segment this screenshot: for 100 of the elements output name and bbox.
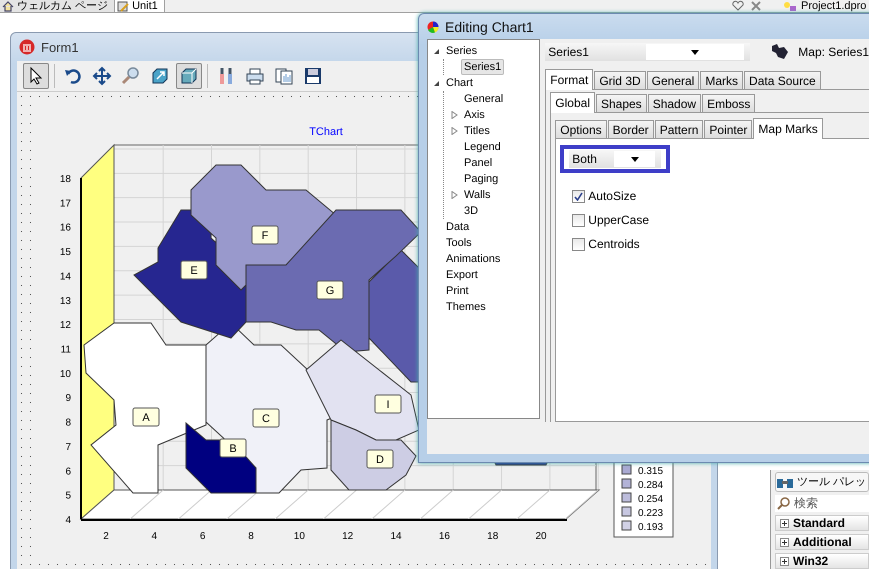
y-axis-label: 13 [60, 296, 71, 307]
collapsed-icon[interactable] [451, 111, 458, 119]
tree-item[interactable]: Print [443, 283, 472, 299]
close-icon[interactable] [749, 0, 763, 11]
dropdown-arrow-icon[interactable] [630, 156, 639, 162]
region-label: F [252, 226, 278, 244]
checkmark-icon [574, 192, 584, 200]
tree-item[interactable]: Data [443, 219, 472, 235]
tab[interactable]: Options [555, 120, 607, 138]
tab[interactable]: Shapes [596, 94, 647, 112]
legend-value: 0.223 [638, 508, 664, 519]
tree-item[interactable]: Panel [461, 155, 496, 171]
region-label: B [220, 438, 246, 458]
tab[interactable]: Pointer [704, 120, 752, 138]
y-axis-label: 18 [60, 174, 71, 185]
tab[interactable]: Marks [700, 71, 744, 89]
x-axis-label: 2 [103, 531, 109, 542]
search-field[interactable]: 検索 [775, 494, 869, 512]
collapsed-icon[interactable] [451, 127, 458, 135]
tab[interactable]: Data Source [744, 71, 821, 89]
marks-dropdown[interactable]: Both [569, 150, 662, 168]
printer-icon [245, 66, 265, 86]
x-axis-label: 4 [152, 531, 158, 542]
tab[interactable]: Shadow [648, 94, 702, 112]
cube-button[interactable] [176, 63, 202, 89]
x-axis-label: 14 [390, 531, 402, 542]
region-label: E [180, 260, 208, 280]
tab[interactable]: Emboss [702, 94, 756, 112]
y-axis-label: 11 [60, 344, 71, 356]
cube-icon [179, 66, 199, 86]
tab[interactable]: General [646, 71, 700, 89]
tree-item[interactable]: Series1 [461, 59, 504, 75]
collapsed-icon[interactable] [451, 191, 458, 199]
expanded-icon[interactable] [433, 80, 440, 86]
x-axis-label: 12 [342, 531, 354, 542]
tree-item[interactable]: Walls [461, 187, 494, 203]
unit-file-icon [117, 0, 130, 12]
tree-item[interactable]: Tools [443, 235, 475, 251]
x-axis-label: 16 [438, 531, 450, 542]
expanded-icon[interactable] [433, 48, 440, 54]
region-label: I [374, 394, 402, 414]
palette-category[interactable]: Additional [775, 534, 869, 550]
depth-icon [150, 66, 170, 86]
x-axis-label: 20 [536, 531, 547, 542]
x-axis-label: 10 [294, 531, 305, 542]
project-icon [783, 0, 797, 12]
tab[interactable]: Pattern [654, 120, 704, 138]
y-axis-label: 12 [60, 320, 71, 332]
checkbox[interactable]: UpperCase [572, 211, 869, 229]
series-dropdown[interactable]: Series1 [545, 43, 750, 61]
tree-item[interactable]: Paging [461, 171, 502, 187]
move-icon [92, 66, 112, 86]
tab[interactable]: Map Marks [753, 118, 823, 139]
tree-item[interactable]: Axis [461, 107, 488, 123]
editor-tab[interactable]: ウェルカム ページ [0, 0, 116, 12]
tab[interactable]: Global [550, 92, 595, 113]
y-axis-label: 7 [65, 442, 71, 453]
tree-item[interactable]: Export [443, 267, 481, 283]
y-axis-label: 9 [65, 393, 71, 404]
checkbox[interactable]: Centroids [572, 235, 869, 253]
series-caption: Map: Series1 [798, 45, 869, 59]
tree-item[interactable]: Animations [443, 251, 504, 267]
legend-value: 0.284 [638, 480, 664, 491]
tree-item[interactable]: Chart [443, 75, 476, 91]
palette-category[interactable]: Win32 [775, 553, 869, 569]
expand-icon[interactable] [780, 556, 789, 566]
y-axis-label: 16 [60, 222, 71, 234]
region-label: A [132, 408, 160, 426]
checkbox[interactable]: AutoSize [572, 187, 869, 205]
zoom-icon [121, 66, 141, 86]
tree-item[interactable]: Titles [461, 123, 493, 139]
x-axis-label: 6 [200, 531, 206, 542]
expand-icon[interactable] [780, 538, 789, 546]
x-axis-label: 8 [248, 531, 254, 542]
tab[interactable]: Format [545, 69, 594, 90]
palette-header: ツール パレッ [775, 472, 869, 492]
expand-icon[interactable] [780, 518, 789, 528]
y-axis-label: 6 [65, 466, 71, 478]
y-axis-label: 4 [65, 515, 71, 526]
tree-item[interactable]: 3D [461, 203, 482, 219]
tab[interactable]: Grid 3D [594, 71, 646, 89]
project-tab[interactable]: Project1.dpro [801, 0, 866, 12]
tab[interactable]: Border [608, 120, 654, 138]
tree-item[interactable]: General [461, 91, 506, 107]
home-icon [2, 0, 14, 12]
palette-category[interactable]: Standard [775, 515, 869, 531]
region-label: G [316, 280, 344, 300]
tree-item[interactable]: Legend [461, 139, 504, 155]
editor-tab[interactable]: Unit1 [115, 0, 165, 12]
pointer-button[interactable] [23, 63, 49, 89]
y-axis-label: 17 [60, 198, 71, 210]
y-axis-label: 14 [60, 271, 71, 282]
y-axis-label: 10 [60, 368, 71, 380]
y-axis-label: 15 [60, 247, 71, 258]
tree-item[interactable]: Themes [443, 299, 489, 315]
map-icon [770, 43, 790, 61]
heart-icon[interactable] [731, 0, 745, 11]
tree-item[interactable]: Series [443, 43, 480, 59]
documents-icon [274, 66, 294, 86]
dropdown-arrow-icon[interactable] [691, 50, 700, 54]
